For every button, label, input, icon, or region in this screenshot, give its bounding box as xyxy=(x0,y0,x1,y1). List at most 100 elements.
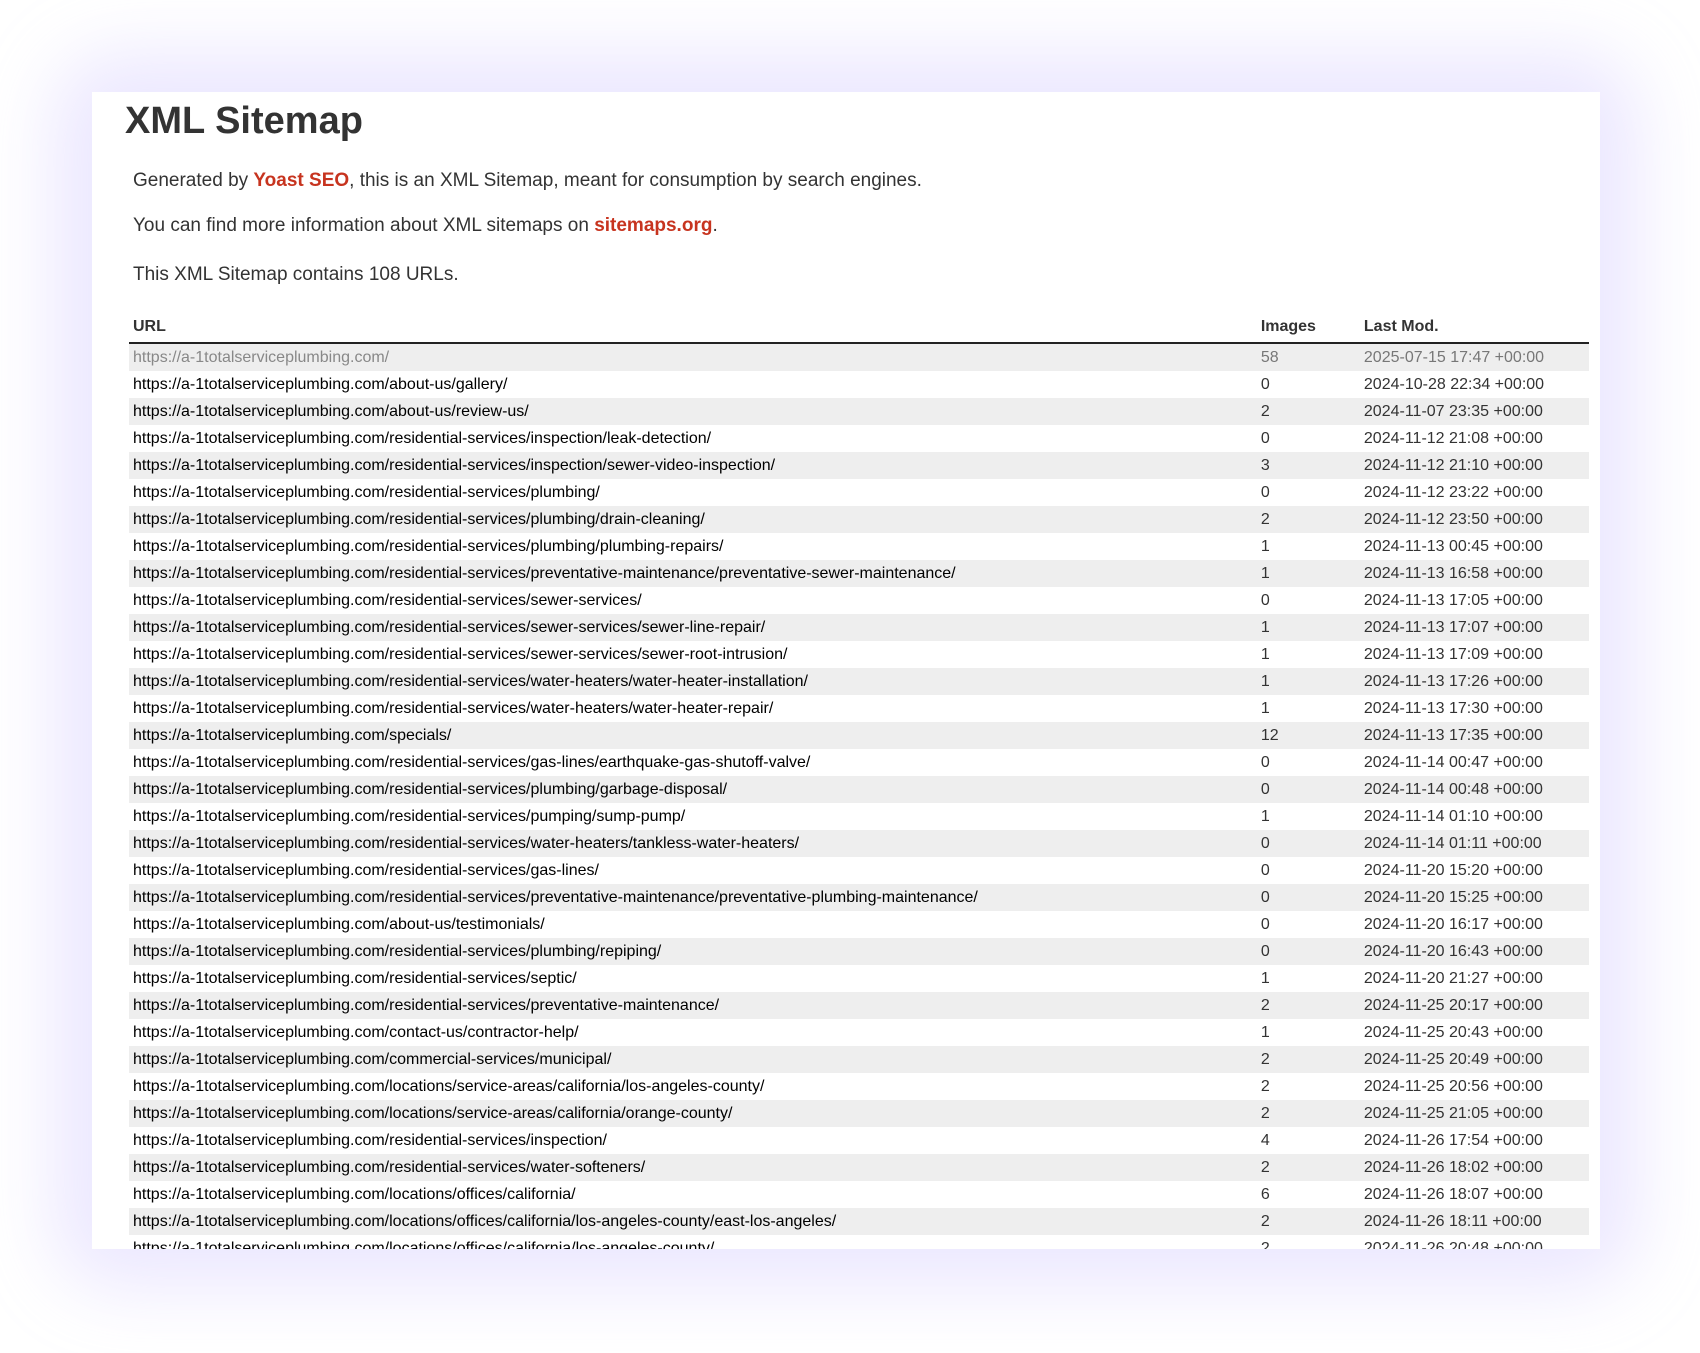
table-row: https://a-1totalserviceplumbing.com/abou… xyxy=(129,911,1589,938)
last-modified: 2024-11-14 00:47 +00:00 xyxy=(1359,749,1589,776)
url-link[interactable]: https://a-1totalserviceplumbing.com/ xyxy=(129,343,1257,371)
url-link[interactable]: https://a-1totalserviceplumbing.com/resi… xyxy=(129,749,1257,776)
table-row: https://a-1totalserviceplumbing.com/abou… xyxy=(129,371,1589,398)
url-link[interactable]: https://a-1totalserviceplumbing.com/resi… xyxy=(129,506,1257,533)
table-row: https://a-1totalserviceplumbing.com/loca… xyxy=(129,1208,1589,1235)
image-count: 2 xyxy=(1256,992,1360,1019)
table-row: https://a-1totalserviceplumbing.com/resi… xyxy=(129,479,1589,506)
last-modified: 2024-11-14 01:11 +00:00 xyxy=(1359,830,1589,857)
url-link[interactable]: https://a-1totalserviceplumbing.com/loca… xyxy=(129,1235,1257,1249)
url-link[interactable]: https://a-1totalserviceplumbing.com/resi… xyxy=(129,533,1257,560)
sitemap-card: XML Sitemap Generated by Yoast SEO, this… xyxy=(92,92,1600,1249)
image-count: 0 xyxy=(1256,749,1360,776)
table-row: https://a-1totalserviceplumbing.com/abou… xyxy=(129,398,1589,425)
image-count: 1 xyxy=(1256,533,1360,560)
url-link[interactable]: https://a-1totalserviceplumbing.com/abou… xyxy=(129,371,1257,398)
table-row: https://a-1totalserviceplumbing.com/resi… xyxy=(129,695,1589,722)
url-link[interactable]: https://a-1totalserviceplumbing.com/loca… xyxy=(129,1181,1257,1208)
table-row: https://a-1totalserviceplumbing.com/resi… xyxy=(129,938,1589,965)
last-modified: 2024-11-12 21:10 +00:00 xyxy=(1359,452,1589,479)
url-link[interactable]: https://a-1totalserviceplumbing.com/resi… xyxy=(129,938,1257,965)
image-count: 2 xyxy=(1256,1208,1360,1235)
image-count: 0 xyxy=(1256,587,1360,614)
column-header-lastmod[interactable]: Last Mod. xyxy=(1359,312,1589,344)
table-row: https://a-1totalserviceplumbing.com/resi… xyxy=(129,533,1589,560)
url-link[interactable]: https://a-1totalserviceplumbing.com/resi… xyxy=(129,587,1257,614)
image-count: 1 xyxy=(1256,803,1360,830)
table-row: https://a-1totalserviceplumbing.com/resi… xyxy=(129,560,1589,587)
image-count: 1 xyxy=(1256,695,1360,722)
last-modified: 2024-11-25 20:43 +00:00 xyxy=(1359,1019,1589,1046)
table-row: https://a-1totalserviceplumbing.com/resi… xyxy=(129,425,1589,452)
url-link[interactable]: https://a-1totalserviceplumbing.com/resi… xyxy=(129,614,1257,641)
url-link[interactable]: https://a-1totalserviceplumbing.com/abou… xyxy=(129,398,1257,425)
image-count: 0 xyxy=(1256,776,1360,803)
image-count: 0 xyxy=(1256,938,1360,965)
url-link[interactable]: https://a-1totalserviceplumbing.com/abou… xyxy=(129,911,1257,938)
table-row: https://a-1totalserviceplumbing.com/resi… xyxy=(129,857,1589,884)
last-modified: 2024-11-13 17:09 +00:00 xyxy=(1359,641,1589,668)
generated-prefix: Generated by xyxy=(133,170,254,191)
url-link[interactable]: https://a-1totalserviceplumbing.com/resi… xyxy=(129,857,1257,884)
url-link[interactable]: https://a-1totalserviceplumbing.com/cont… xyxy=(129,1019,1257,1046)
url-link[interactable]: https://a-1totalserviceplumbing.com/loca… xyxy=(129,1073,1257,1100)
image-count: 1 xyxy=(1256,1019,1360,1046)
url-link[interactable]: https://a-1totalserviceplumbing.com/resi… xyxy=(129,992,1257,1019)
last-modified: 2024-11-13 16:58 +00:00 xyxy=(1359,560,1589,587)
last-modified: 2024-11-12 21:08 +00:00 xyxy=(1359,425,1589,452)
url-link[interactable]: https://a-1totalserviceplumbing.com/loca… xyxy=(129,1100,1257,1127)
sitemaps-org-link[interactable]: sitemaps.org xyxy=(594,215,712,236)
generated-suffix: , this is an XML Sitemap, meant for cons… xyxy=(349,170,922,191)
url-link[interactable]: https://a-1totalserviceplumbing.com/resi… xyxy=(129,1127,1257,1154)
last-modified: 2024-11-26 20:48 +00:00 xyxy=(1359,1235,1589,1249)
url-link[interactable]: https://a-1totalserviceplumbing.com/loca… xyxy=(129,1208,1257,1235)
url-link[interactable]: https://a-1totalserviceplumbing.com/resi… xyxy=(129,803,1257,830)
url-count-text: This XML Sitemap contains 108 URLs. xyxy=(133,264,459,285)
image-count: 0 xyxy=(1256,425,1360,452)
last-modified: 2024-11-13 17:07 +00:00 xyxy=(1359,614,1589,641)
last-modified: 2024-11-13 00:45 +00:00 xyxy=(1359,533,1589,560)
url-link[interactable]: https://a-1totalserviceplumbing.com/resi… xyxy=(129,830,1257,857)
last-modified: 2024-11-25 20:56 +00:00 xyxy=(1359,1073,1589,1100)
last-modified: 2024-11-26 17:54 +00:00 xyxy=(1359,1127,1589,1154)
table-row: https://a-1totalserviceplumbing.com/resi… xyxy=(129,452,1589,479)
column-header-url[interactable]: URL xyxy=(129,312,1257,344)
page-title: XML Sitemap xyxy=(125,100,363,142)
generated-by-text: Generated by Yoast SEO, this is an XML S… xyxy=(133,170,922,192)
url-link[interactable]: https://a-1totalserviceplumbing.com/resi… xyxy=(129,479,1257,506)
last-modified: 2024-11-13 17:35 +00:00 xyxy=(1359,722,1589,749)
last-modified: 2024-11-07 23:35 +00:00 xyxy=(1359,398,1589,425)
url-link[interactable]: https://a-1totalserviceplumbing.com/resi… xyxy=(129,695,1257,722)
url-link[interactable]: https://a-1totalserviceplumbing.com/resi… xyxy=(129,1154,1257,1181)
image-count: 1 xyxy=(1256,668,1360,695)
url-link[interactable]: https://a-1totalserviceplumbing.com/spec… xyxy=(129,722,1257,749)
image-count: 0 xyxy=(1256,371,1360,398)
column-header-images[interactable]: Images xyxy=(1256,312,1360,344)
url-link[interactable]: https://a-1totalserviceplumbing.com/resi… xyxy=(129,641,1257,668)
url-link[interactable]: https://a-1totalserviceplumbing.com/resi… xyxy=(129,884,1257,911)
last-modified: 2024-11-14 01:10 +00:00 xyxy=(1359,803,1589,830)
url-link[interactable]: https://a-1totalserviceplumbing.com/resi… xyxy=(129,560,1257,587)
image-count: 0 xyxy=(1256,830,1360,857)
url-link[interactable]: https://a-1totalserviceplumbing.com/resi… xyxy=(129,668,1257,695)
url-link[interactable]: https://a-1totalserviceplumbing.com/comm… xyxy=(129,1046,1257,1073)
table-header: URL Images Last Mod. xyxy=(129,312,1589,344)
last-modified: 2024-11-12 23:50 +00:00 xyxy=(1359,506,1589,533)
table-row: https://a-1totalserviceplumbing.com/loca… xyxy=(129,1181,1589,1208)
image-count: 1 xyxy=(1256,641,1360,668)
image-count: 6 xyxy=(1256,1181,1360,1208)
image-count: 2 xyxy=(1256,506,1360,533)
url-link[interactable]: https://a-1totalserviceplumbing.com/resi… xyxy=(129,425,1257,452)
image-count: 2 xyxy=(1256,1073,1360,1100)
last-modified: 2024-11-26 18:02 +00:00 xyxy=(1359,1154,1589,1181)
last-modified: 2024-11-20 15:25 +00:00 xyxy=(1359,884,1589,911)
yoast-seo-link[interactable]: Yoast SEO xyxy=(253,170,349,191)
last-modified: 2024-11-20 15:20 +00:00 xyxy=(1359,857,1589,884)
url-link[interactable]: https://a-1totalserviceplumbing.com/resi… xyxy=(129,452,1257,479)
url-link[interactable]: https://a-1totalserviceplumbing.com/resi… xyxy=(129,965,1257,992)
image-count: 0 xyxy=(1256,911,1360,938)
image-count: 3 xyxy=(1256,452,1360,479)
table-row: https://a-1totalserviceplumbing.com/resi… xyxy=(129,749,1589,776)
url-link[interactable]: https://a-1totalserviceplumbing.com/resi… xyxy=(129,776,1257,803)
table-row: https://a-1totalserviceplumbing.com/resi… xyxy=(129,803,1589,830)
